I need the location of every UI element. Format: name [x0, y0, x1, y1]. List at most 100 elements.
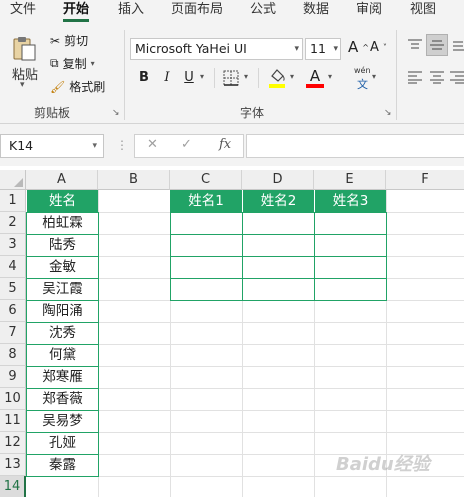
row-header[interactable]: 8: [0, 344, 26, 366]
cut-label: 剪切: [64, 34, 89, 48]
italic-button[interactable]: I: [158, 68, 176, 88]
table-rule: [170, 234, 387, 235]
shrink-font-icon: A: [370, 40, 379, 55]
paste-dropdown-icon[interactable]: ▾: [20, 80, 25, 90]
table-rule: [26, 322, 99, 323]
formula-input[interactable]: [246, 134, 464, 158]
row-header[interactable]: 11: [0, 410, 26, 432]
underline-button[interactable]: U: [180, 68, 198, 88]
table-rule: [26, 388, 99, 389]
borders-dropdown-icon[interactable]: ▾: [244, 72, 248, 81]
bold-button[interactable]: B: [135, 68, 153, 88]
row-header[interactable]: 12: [0, 432, 26, 454]
name-box-value: K14: [9, 138, 34, 153]
tab-data[interactable]: 数据: [303, 0, 329, 24]
grow-font-icon: A: [348, 38, 359, 56]
ribbon-divider: [124, 30, 125, 120]
tab-insert[interactable]: 插入: [118, 0, 144, 24]
name-box[interactable]: K14 ▾: [0, 134, 104, 158]
tab-review[interactable]: 审阅: [356, 0, 382, 24]
column-header-f[interactable]: F: [386, 170, 464, 190]
worksheet-grid[interactable]: A B C D E F 1 2 3 4 5 6 7 8 9 10 11 12 1…: [0, 170, 464, 497]
ribbon-tab-bar: 文件 开始 插入 页面布局 公式 数据 审阅 视图: [0, 0, 464, 24]
fill-color-icon[interactable]: [268, 67, 286, 89]
cancel-icon[interactable]: ✕: [147, 137, 158, 152]
cut-button[interactable]: ✂ 剪切: [50, 32, 88, 49]
table-rule: [26, 256, 99, 257]
align-center-icon[interactable]: [428, 68, 446, 86]
copy-icon: ⧉: [50, 56, 59, 70]
shrink-font-button[interactable]: A ˅: [370, 40, 387, 55]
cell-e1[interactable]: 姓名3: [314, 190, 386, 212]
watermark: Baidu经验: [336, 454, 430, 475]
phonetic-guide-button[interactable]: 文: [357, 76, 368, 92]
insert-function-icon[interactable]: fx: [219, 137, 231, 152]
tab-formulas[interactable]: 公式: [250, 0, 276, 24]
grow-font-button[interactable]: A ^: [348, 38, 369, 56]
formula-bar: K14 ▾ ⋮ ✕ ✓ fx: [0, 124, 464, 166]
chevron-down-icon: ▾: [333, 44, 338, 54]
font-color-dropdown-icon[interactable]: ▾: [328, 72, 332, 81]
copy-dropdown-icon[interactable]: ▾: [91, 59, 95, 68]
tab-home[interactable]: 开始: [63, 0, 90, 24]
row-header[interactable]: 10: [0, 388, 26, 410]
enter-icon[interactable]: ✓: [181, 137, 192, 152]
chevron-down-icon: ▾: [92, 141, 97, 151]
row-header[interactable]: 1: [0, 190, 26, 212]
chevron-down-icon: ▾: [294, 44, 299, 54]
column-header-e[interactable]: E: [314, 170, 386, 190]
tab-file[interactable]: 文件: [10, 0, 36, 24]
format-painter-label: 格式刷: [69, 80, 106, 94]
row-header[interactable]: 6: [0, 300, 26, 322]
row-header-selected[interactable]: 14: [0, 476, 26, 497]
font-name-select[interactable]: Microsoft YaHei UI ▾: [130, 38, 303, 60]
row-header[interactable]: 3: [0, 234, 26, 256]
align-middle-icon[interactable]: [426, 34, 448, 56]
table-rule: [26, 454, 99, 455]
phonetic-dropdown-icon[interactable]: ▾: [372, 72, 376, 81]
row-header[interactable]: 7: [0, 322, 26, 344]
paste-icon[interactable]: [12, 36, 38, 62]
copy-button[interactable]: ⧉ 复制 ▾: [50, 55, 95, 72]
column-header-b[interactable]: B: [98, 170, 170, 190]
align-top-icon[interactable]: [406, 36, 424, 54]
font-color-swatch: [306, 84, 324, 88]
scissors-icon: ✂: [50, 33, 61, 48]
row-header[interactable]: 2: [0, 212, 26, 234]
column-header-d[interactable]: D: [242, 170, 314, 190]
table-rule: [26, 278, 99, 279]
tab-view[interactable]: 视图: [410, 0, 436, 24]
cell-a1[interactable]: 姓名: [27, 190, 98, 212]
cell-c1[interactable]: 姓名1: [170, 190, 242, 212]
borders-icon[interactable]: [222, 69, 240, 87]
row-header[interactable]: 13: [0, 454, 26, 476]
clipboard-dialog-launcher-icon[interactable]: ↘: [112, 108, 120, 118]
align-left-icon[interactable]: [406, 68, 424, 86]
fill-color-dropdown-icon[interactable]: ▾: [290, 72, 294, 81]
font-size-select[interactable]: 11 ▾: [305, 38, 341, 60]
row-header[interactable]: 9: [0, 366, 26, 388]
cell-d1[interactable]: 姓名2: [242, 190, 314, 212]
format-painter-button[interactable]: 🖌 格式刷: [50, 78, 105, 95]
font-color-button[interactable]: A: [306, 66, 324, 86]
underline-dropdown-icon[interactable]: ▾: [200, 72, 204, 81]
table-rule: [170, 278, 387, 279]
table-rule: [26, 432, 99, 433]
align-bottom-icon[interactable]: [452, 36, 464, 54]
select-all-button[interactable]: [0, 170, 26, 190]
more-options-icon[interactable]: ⋮: [116, 138, 128, 152]
row-header[interactable]: 5: [0, 278, 26, 300]
clipboard-group-label: 剪贴板: [34, 106, 71, 120]
column-header-c[interactable]: C: [170, 170, 242, 190]
table-rule: [26, 366, 99, 367]
phonetic-guide-top: wén: [354, 66, 371, 75]
column-header-a[interactable]: A: [26, 170, 98, 190]
formula-buttons: ✕ ✓ fx: [134, 134, 244, 158]
font-group-label: 字体: [240, 106, 265, 120]
tab-page-layout[interactable]: 页面布局: [171, 0, 223, 24]
paste-button[interactable]: 粘贴: [12, 64, 38, 83]
font-dialog-launcher-icon[interactable]: ↘: [384, 108, 392, 118]
copy-label: 复制: [62, 57, 87, 71]
row-header[interactable]: 4: [0, 256, 26, 278]
align-right-icon[interactable]: [450, 68, 464, 86]
